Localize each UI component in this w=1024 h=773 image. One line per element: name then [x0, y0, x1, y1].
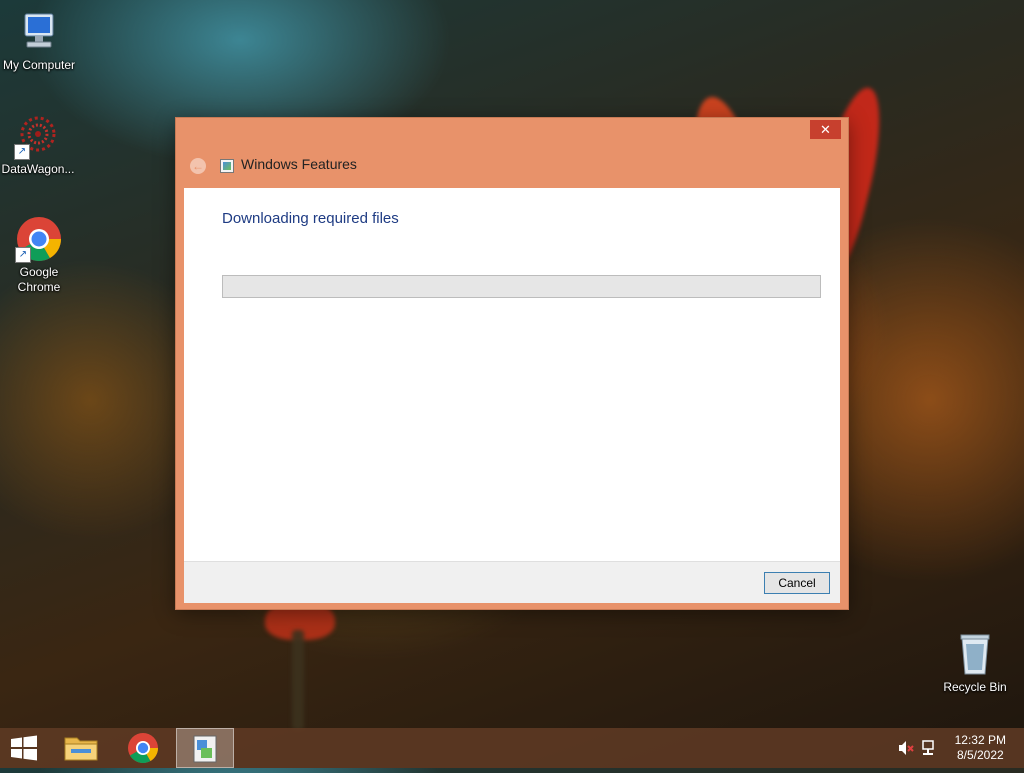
clock-date: 8/5/2022: [956, 748, 1004, 762]
desktop-icon-label: My Computer: [2, 58, 76, 72]
taskbar-file-explorer[interactable]: [53, 728, 109, 768]
recycle-bin-icon: [951, 630, 999, 678]
desktop-icon-google-chrome[interactable]: ↗ Google Chrome: [1, 215, 77, 295]
datawagon-icon: ↗: [14, 112, 62, 160]
windows-features-icon: [220, 159, 234, 173]
chrome-icon: ↗: [15, 215, 63, 263]
close-icon: ✕: [820, 122, 831, 137]
desktop-icon-label: Recycle Bin: [943, 680, 1007, 694]
status-heading: Downloading required files: [222, 210, 399, 227]
shortcut-arrow-icon: ↗: [14, 144, 30, 160]
computer-icon: [15, 8, 63, 56]
shortcut-arrow-icon: ↗: [15, 247, 31, 263]
folder-icon: [64, 737, 98, 761]
dialog-footer: Cancel: [184, 561, 840, 603]
chrome-icon: [128, 733, 158, 764]
close-button[interactable]: ✕: [810, 120, 841, 139]
download-progress-bar: [222, 275, 821, 298]
clock-time: 12:32 PM: [954, 733, 1006, 747]
windows-features-dialog: ✕ ← Windows Features Downloading require…: [176, 118, 848, 609]
desktop-icon-label: Google Chrome: [17, 265, 61, 294]
taskbar: 12:32 PM 8/5/2022: [0, 728, 1024, 768]
cancel-button[interactable]: Cancel: [764, 572, 830, 594]
desktop-icon-my-computer[interactable]: My Computer: [1, 8, 77, 73]
start-button[interactable]: [0, 728, 48, 768]
dialog-title: Windows Features: [241, 156, 357, 172]
wallpaper-stem: [292, 630, 304, 730]
desktop-icon-label: DataWagon...: [1, 162, 75, 176]
taskbar-chrome[interactable]: [115, 728, 171, 768]
back-arrow-icon: ←: [192, 159, 204, 173]
windows-logo-icon: [11, 735, 37, 761]
back-button[interactable]: ←: [190, 158, 206, 174]
taskbar-windows-features[interactable]: [176, 728, 234, 768]
system-clock[interactable]: 12:32 PM 8/5/2022: [955, 733, 1006, 763]
windows-features-icon: [193, 735, 217, 763]
network-icon[interactable]: [920, 738, 940, 758]
desktop-icon-recycle-bin[interactable]: Recycle Bin: [937, 630, 1013, 695]
dialog-header: ← Windows Features: [176, 144, 848, 188]
dialog-content: Downloading required files: [184, 188, 840, 561]
desktop-icon-datawagon[interactable]: ↗ DataWagon...: [0, 112, 76, 177]
volume-muted-icon[interactable]: [896, 738, 916, 758]
